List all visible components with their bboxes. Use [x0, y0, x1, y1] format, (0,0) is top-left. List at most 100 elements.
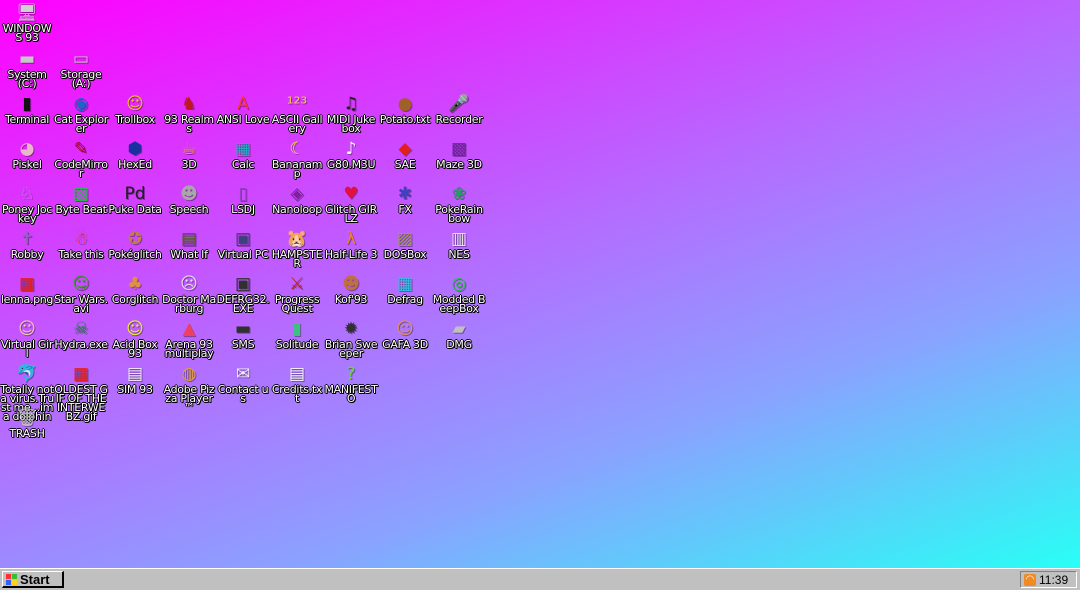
cat-explorer-icon: ◉ — [73, 94, 89, 114]
desktop-shortcut[interactable]: λ Half-Life 3 — [324, 226, 378, 271]
desktop-shortcut[interactable]: ▭ Storage (A:) — [54, 46, 108, 91]
recorder-icon: 🎤 — [448, 94, 470, 114]
desktop-shortcut[interactable]: ⚔ Progress Quest — [270, 271, 324, 316]
desktop-shortcut[interactable]: ✱ FX — [378, 181, 432, 226]
desktop-shortcut[interactable]: ♘ Poney Jockey — [0, 181, 54, 226]
desktop-shortcut[interactable]: ☺ GAFA 3D — [378, 316, 432, 361]
desktop-shortcut[interactable]: ▥ NES — [432, 226, 486, 271]
desktop-shortcut[interactable]: ✉ Contact us — [216, 361, 270, 406]
desktop-shortcut-label: Virtual PC — [217, 248, 269, 261]
desktop-shortcut[interactable]: ▲ Arena 93 multiplay — [162, 316, 216, 361]
desktop-shortcut-label: lenna.png — [0, 293, 54, 306]
desktop-shortcut[interactable]: ☺ Trollbox — [108, 91, 162, 136]
desktop-shortcut-label: Progress Quest — [274, 293, 320, 315]
windows-logo-icon — [6, 573, 17, 585]
desktop-shortcut[interactable]: ▣ DEFRG32.EXE — [216, 271, 270, 316]
solitude-icon: ▮ — [292, 319, 302, 339]
desktop-shortcut[interactable]: 🗑 TRASH — [0, 405, 54, 450]
desktop-shortcut[interactable]: 🎤 Recorder — [432, 91, 486, 136]
desktop-shortcut[interactable]: ☕ 3D — [162, 136, 216, 181]
desktop-shortcut[interactable]: ◎ Modded BeepBox — [432, 271, 486, 316]
what-if-icon: ▤ — [180, 229, 198, 249]
desktop-shortcut[interactable]: ▨ DOSBox — [378, 226, 432, 271]
desktop-shortcut[interactable]: ▦ Defrag — [378, 271, 432, 316]
desktop-shortcut[interactable]: A ANSI Love — [216, 91, 270, 136]
desktop-shortcut-label: SIM 93 — [117, 383, 153, 396]
desktop-shortcut[interactable]: ◍ Adobe Pizza Player™ — [162, 361, 216, 413]
rss-icon[interactable]: ◠ — [1024, 573, 1036, 586]
desktop-shortcut[interactable]: 🐹 HAMPSTER — [270, 226, 324, 271]
desktop-shortcut[interactable]: ▩ Maze 3D — [432, 136, 486, 181]
desktop-shortcut[interactable]: ♣ Corglitch — [108, 271, 162, 316]
desktop-shortcut[interactable]: ▧ Byte Beat — [54, 181, 108, 226]
desktop-shortcut[interactable]: ☾ Bananamp — [270, 136, 324, 181]
take-this-icon: ☃ — [73, 229, 89, 249]
desktop-shortcut[interactable]: ✎ CodeMirror — [54, 136, 108, 181]
desktop-shortcut-label: Trollbox — [115, 113, 155, 126]
desktop-shortcut-label: Half-Life 3 — [324, 248, 378, 261]
gafa3d-icon: ☺ — [396, 319, 414, 339]
desktop-shortcut[interactable]: ▬ SMS — [216, 316, 270, 361]
start-button[interactable]: Start — [2, 571, 64, 588]
desktop-shortcut[interactable]: ▮ Terminal — [0, 91, 54, 136]
desktop-shortcut[interactable]: ❀ PokeRainbow — [432, 181, 486, 226]
desktop-shortcut[interactable]: ☺ Acid Box 93 — [108, 316, 162, 361]
desktop-shortcut[interactable]: ▰ DMG — [432, 316, 486, 361]
desktop-shortcut[interactable]: ⬢ HexEd — [108, 136, 162, 181]
desktop-shortcut[interactable]: 🖥 WINDOWS 93 — [0, 0, 54, 45]
desktop-shortcut[interactable]: ● Potato.txt — [378, 91, 432, 136]
desktop-shortcut[interactable]: ▮ Solitude — [270, 316, 324, 361]
desktop-shortcut[interactable]: ▦ Calc — [216, 136, 270, 181]
desktop-shortcut[interactable]: ¹²³ ASCII Gallery — [270, 91, 324, 136]
desktop-shortcut[interactable]: ◕ Piskel — [0, 136, 54, 181]
corglitch-icon: ♣ — [127, 274, 143, 294]
desktop-shortcut[interactable]: ♫ MIDI Jukebox — [324, 91, 378, 136]
desktop-shortcut-label: NES — [448, 248, 470, 261]
desktop-shortcut[interactable]: ▦ lenna.png — [0, 271, 54, 316]
desktop-shortcut[interactable]: ☻ Kof'93 — [324, 271, 378, 316]
modded-beepbox-icon: ◎ — [451, 274, 467, 294]
desktop-shortcut[interactable]: ♥ Glitch GIRLZ — [324, 181, 378, 226]
desktop-shortcut[interactable]: ? MANIFESTO — [324, 361, 378, 406]
desktop-shortcut-label: Nanoloop — [272, 203, 322, 216]
desktop-shortcut[interactable]: ♪ G80.M3U — [324, 136, 378, 181]
clock[interactable]: 11:39 — [1039, 573, 1068, 587]
desktop-shortcut-label: WINDOWS 93 — [2, 22, 52, 44]
desktop-shortcut-label: Defrag — [387, 293, 423, 306]
desktop-shortcut[interactable]: ▤ SIM 93 — [108, 361, 162, 406]
desktop-shortcut[interactable]: ▤ Credits.txt — [270, 361, 324, 406]
desktop-shortcut[interactable]: ▦ OLDEST GIF OF THE INTERWEBZ.gif — [54, 361, 108, 422]
desktop-shortcut[interactable]: ✪ Pokéglitch — [108, 226, 162, 271]
desktop-shortcut-label: Star Wars.avi — [54, 293, 108, 315]
progress-quest-icon: ⚔ — [289, 274, 305, 294]
desktop-shortcut[interactable]: Pd Puke Data — [108, 181, 162, 226]
desktop-shortcut[interactable]: ▬ System (C:) — [0, 46, 54, 91]
desktop-shortcut[interactable]: ▯ LSDJ — [216, 181, 270, 226]
desktop-shortcut[interactable]: ☺ Star Wars.avi — [54, 271, 108, 316]
desktop-shortcut[interactable]: ▣ Virtual PC — [216, 226, 270, 271]
desktop-shortcut[interactable]: ▤ What If — [162, 226, 216, 271]
desktop-shortcut[interactable]: ◆ SAE — [378, 136, 432, 181]
hexed-icon: ⬢ — [127, 139, 143, 159]
bananamp-icon: ☾ — [289, 139, 305, 159]
desktop-shortcut[interactable]: ☻ Speech — [162, 181, 216, 226]
desktop-shortcut[interactable]: 🐬 Totally not a virus.Trust me...im a dol… — [0, 361, 54, 422]
desktop-shortcut-label: Puke Data — [108, 203, 162, 216]
desktop-shortcut[interactable]: ✹ Brian Sweeper — [324, 316, 378, 361]
desktop-shortcut-label: Arena 93 multiplay — [164, 338, 214, 360]
desktop-shortcut[interactable]: ☺ Virtual Girl — [0, 316, 54, 361]
desktop-shortcut-label: Glitch GIRLZ — [325, 203, 377, 225]
codemirror-icon: ✎ — [73, 139, 89, 159]
desktop-shortcut-label: DEFRG32.EXE — [216, 293, 270, 315]
desktop-shortcut[interactable]: ☹ Doctor Marburg — [162, 271, 216, 316]
brian-sweeper-icon: ✹ — [343, 319, 359, 339]
desktop-shortcut[interactable]: ☃ Take this — [54, 226, 108, 271]
lsdj-icon: ▯ — [238, 184, 248, 204]
desktop-shortcut[interactable]: ✝ Robby — [0, 226, 54, 271]
puke-data-icon: Pd — [124, 184, 146, 204]
desktop-shortcut[interactable]: ◈ Nanoloop — [270, 181, 324, 226]
desktop: 🖥 WINDOWS 93 ▬ System (C:) ▭ Storage (A:) ▮ Ter… — [0, 0, 1080, 568]
desktop-shortcut[interactable]: ☠ Hydra.exe — [54, 316, 108, 361]
desktop-shortcut[interactable]: ◉ Cat Explorer — [54, 91, 108, 136]
desktop-shortcut[interactable]: ♞ 93 Realms — [162, 91, 216, 136]
